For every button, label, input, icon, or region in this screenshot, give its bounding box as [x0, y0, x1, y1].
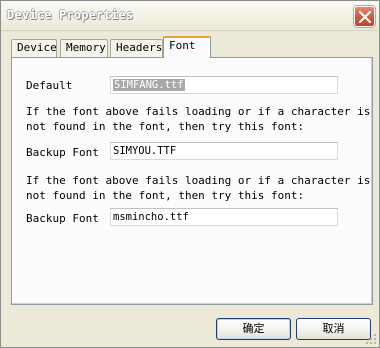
default-label: Default [26, 79, 73, 92]
title-bar[interactable]: Device Properties [1, 1, 379, 31]
backup-font-2-label: Backup Font [26, 212, 99, 225]
backup-font-2-field[interactable]: msmincho.ttf [110, 208, 338, 226]
help-text-1-line-2: not found in the font, then try this fon… [26, 120, 305, 133]
help-text-1-line-1: If the font above fails loading or if a … [26, 105, 371, 118]
default-font-value: SIMFANG.ttf [113, 79, 185, 91]
backup-font-1-field[interactable]: SIMYOU.TTF [110, 142, 338, 160]
help-text-2-line-1: If the font above fails loading or if a … [26, 174, 371, 187]
help-text-2-line-2: not found in the font, then try this fon… [26, 189, 305, 202]
window-title: Device Properties [7, 8, 134, 22]
backup-font-2-value: msmincho.ttf [113, 211, 189, 223]
default-font-field[interactable]: SIMFANG.ttf [110, 76, 338, 94]
tab-memory[interactable]: Memory [60, 39, 108, 57]
backup-font-1-value: SIMYOU.TTF [113, 145, 177, 157]
tab-font[interactable]: Font [163, 36, 211, 58]
dialog-window: Device Properties Device Memory Headers … [0, 0, 380, 348]
font-tab-panel: Default SIMFANG.ttf If the font above fa… [11, 57, 373, 305]
ok-button[interactable]: 确定 [216, 318, 291, 340]
close-button[interactable] [354, 6, 375, 27]
close-icon [359, 11, 371, 23]
tab-device[interactable]: Device [11, 39, 57, 57]
tab-headers[interactable]: Headers [110, 39, 163, 57]
cancel-button[interactable]: 取消 [296, 318, 371, 340]
backup-font-1-label: Backup Font [26, 146, 99, 159]
resize-grip-icon[interactable] [365, 333, 377, 345]
